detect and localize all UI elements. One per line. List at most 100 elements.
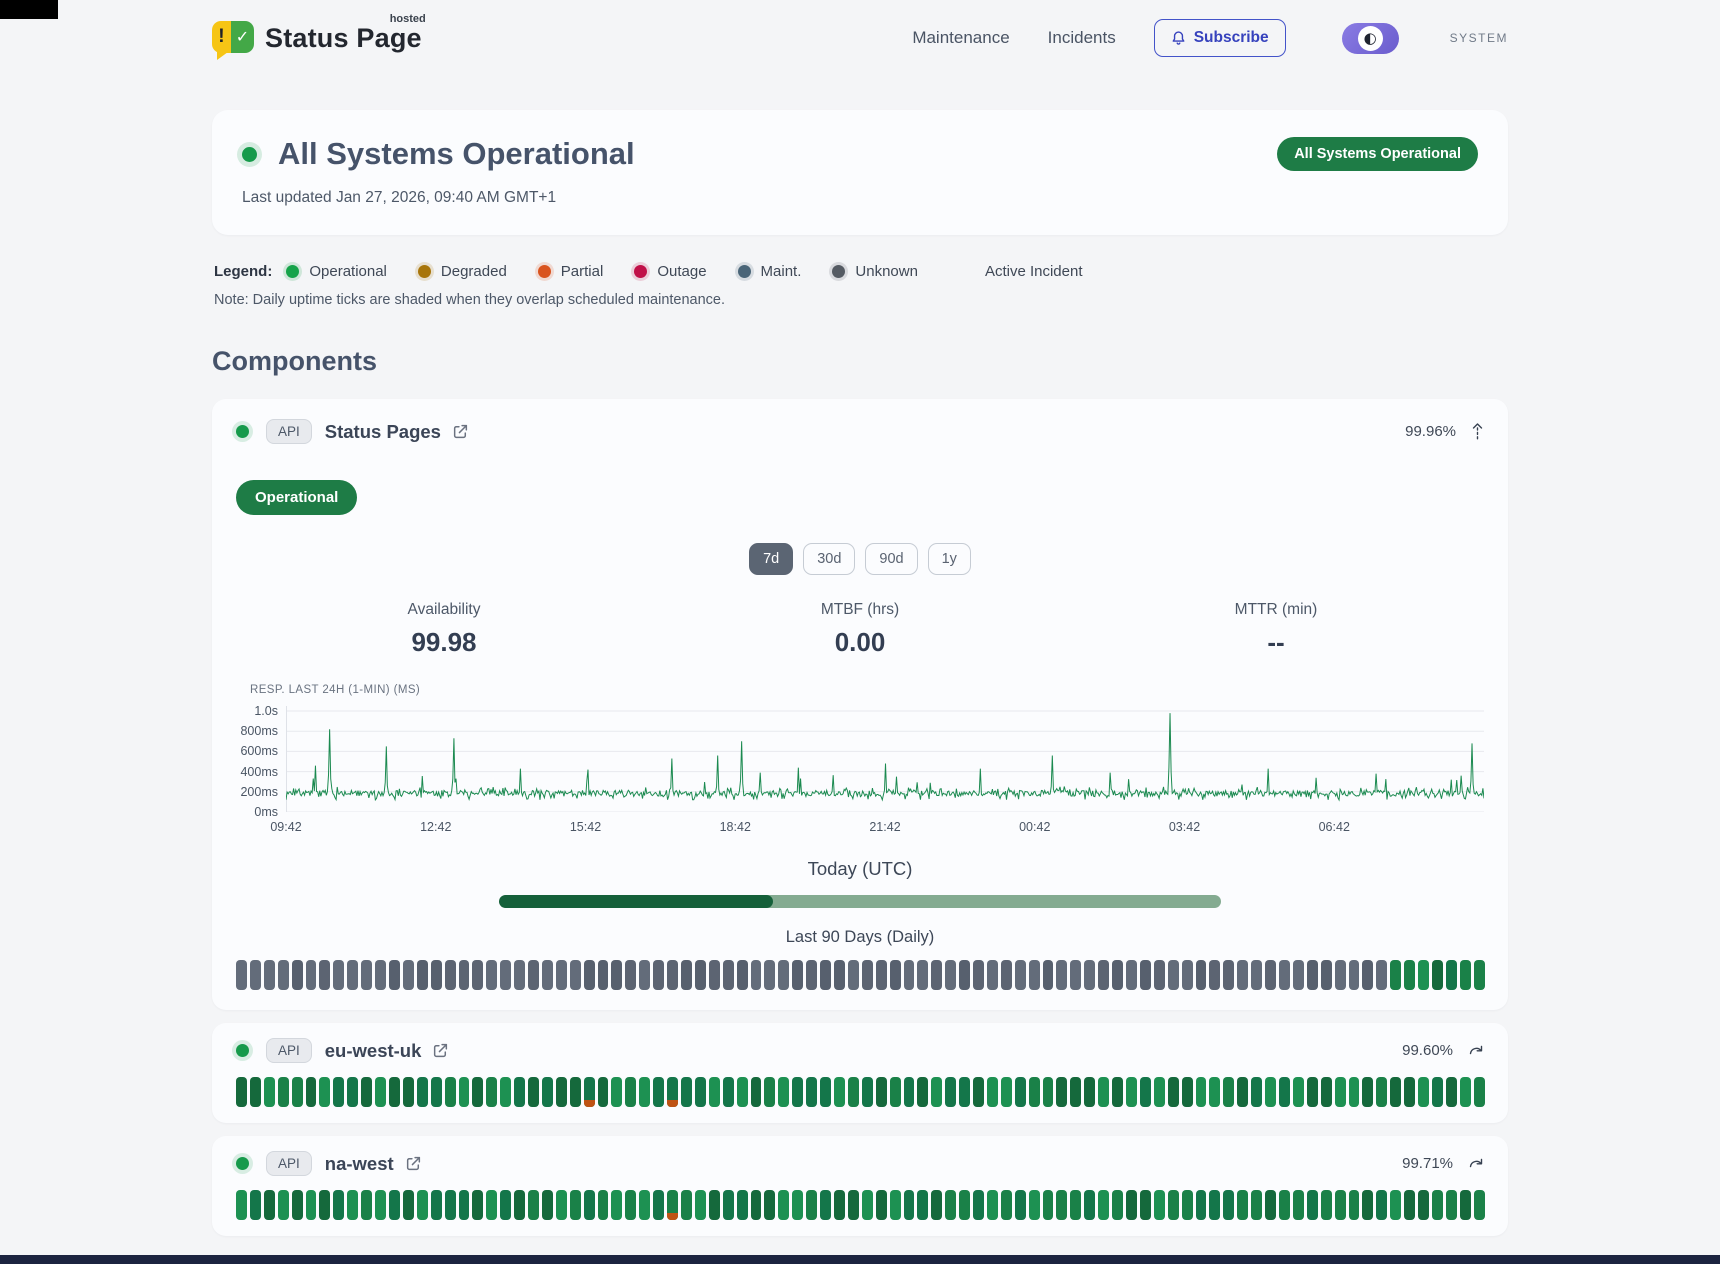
legend-label: Legend: — [214, 263, 272, 280]
uptime-tick — [306, 1190, 317, 1220]
uptime-tick — [584, 960, 595, 990]
uptime-tick — [514, 1077, 525, 1107]
uptime-tick — [264, 1190, 275, 1220]
uptime-tick — [250, 1190, 261, 1220]
uptime-tick — [1418, 1077, 1429, 1107]
component-uptime-percent: 99.71% — [1402, 1155, 1453, 1172]
uptime-tick — [1126, 1077, 1137, 1107]
today-utc-label: Today (UTC) — [236, 858, 1484, 880]
range-button-30d[interactable]: 30d — [803, 543, 855, 575]
uptime-tick — [1196, 1077, 1207, 1107]
uptime-tick — [445, 960, 456, 990]
uptime-tick — [890, 960, 901, 990]
uptime-tick — [695, 1190, 706, 1220]
uptime-tick — [486, 960, 497, 990]
uptime-tick — [1307, 1077, 1318, 1107]
uptime-tick — [417, 1077, 428, 1107]
uptime-tick — [375, 1077, 386, 1107]
uptime-tick — [876, 1077, 887, 1107]
uptime-tick — [459, 1190, 470, 1220]
uptime-tick — [653, 1077, 664, 1107]
component-card-na-west: API na-west 99.71% — [212, 1136, 1508, 1236]
uptime-tick — [1404, 1190, 1415, 1220]
component-header[interactable]: API eu-west-uk 99.60% — [236, 1038, 1484, 1063]
component-header[interactable]: API na-west 99.71% — [236, 1151, 1484, 1176]
component-name: eu-west-uk — [325, 1040, 422, 1062]
uptime-tick — [625, 1190, 636, 1220]
uptime-tick — [709, 1190, 720, 1220]
component-status-pill: Operational — [236, 480, 357, 515]
component-header[interactable]: API Status Pages 99.96% — [236, 419, 1484, 444]
uptime-tick — [751, 1190, 762, 1220]
logo-checkmark-icon: ✓ — [231, 21, 254, 53]
stat-mtbf: MTBF (hrs) 0.00 — [652, 601, 1068, 658]
theme-toggle[interactable]: ◐ — [1342, 23, 1399, 54]
uptime-tick — [904, 1190, 915, 1220]
uptime-tick — [598, 1190, 609, 1220]
y-axis-tick-label: 800ms — [240, 724, 278, 738]
range-button-90d[interactable]: 90d — [865, 543, 917, 575]
uptime-tick — [987, 1190, 998, 1220]
uptime-tick — [820, 960, 831, 990]
history-label: Last 90 Days (Daily) — [236, 928, 1484, 947]
collapse-arrow-icon[interactable] — [1471, 423, 1484, 440]
uptime-tick — [862, 1190, 873, 1220]
external-link-icon[interactable] — [432, 1042, 449, 1059]
external-link-icon[interactable] — [452, 423, 469, 440]
uptime-tick — [820, 1190, 831, 1220]
nav-incidents[interactable]: Incidents — [1048, 28, 1116, 48]
bell-icon — [1171, 30, 1186, 46]
chart-y-axis: 1.0s800ms600ms400ms200ms0ms — [236, 706, 286, 812]
uptime-tick — [723, 1077, 734, 1107]
uptime-tick — [542, 960, 553, 990]
uptime-tick — [1446, 960, 1457, 990]
uptime-tick — [778, 1077, 789, 1107]
uptime-ticks-na-west — [236, 1190, 1484, 1220]
component-status-dot — [236, 1157, 249, 1170]
uptime-tick — [931, 960, 942, 990]
range-button-1y[interactable]: 1y — [928, 543, 971, 575]
uptime-tick — [904, 1077, 915, 1107]
uptime-tick — [236, 1077, 247, 1107]
legend-note: Note: Daily uptime ticks are shaded when… — [212, 292, 1508, 308]
uptime-tick — [709, 960, 720, 990]
range-button-7d[interactable]: 7d — [749, 543, 793, 575]
logo[interactable]: ! ✓ Status Page hosted — [212, 21, 422, 55]
uptime-tick — [1460, 960, 1471, 990]
maintenance-dot-icon — [738, 265, 751, 278]
uptime-tick — [973, 1190, 984, 1220]
uptime-tick — [625, 960, 636, 990]
external-link-icon[interactable] — [405, 1155, 422, 1172]
uptime-tick — [417, 960, 428, 990]
uptime-tick — [681, 960, 692, 990]
uptime-tick — [1418, 960, 1429, 990]
x-axis-tick-label: 21:42 — [869, 820, 900, 834]
uptime-tick — [250, 960, 261, 990]
uptime-tick — [1460, 1190, 1471, 1220]
expand-arrow-icon[interactable] — [1468, 1157, 1484, 1170]
y-axis-tick-label: 0ms — [254, 805, 278, 819]
partial-outage-segment — [667, 1213, 678, 1220]
uptime-tick — [653, 960, 664, 990]
uptime-tick — [1001, 1190, 1012, 1220]
uptime-tick — [528, 960, 539, 990]
expand-arrow-icon[interactable] — [1468, 1044, 1484, 1057]
uptime-tick — [431, 1077, 442, 1107]
logo-superscript: hosted — [390, 13, 426, 25]
uptime-tick — [973, 960, 984, 990]
uptime-tick — [486, 1190, 497, 1220]
uptime-tick — [1349, 1077, 1360, 1107]
uptime-tick — [848, 960, 859, 990]
uptime-tick — [695, 1077, 706, 1107]
uptime-tick — [667, 1190, 678, 1220]
uptime-tick — [890, 1190, 901, 1220]
uptime-tick — [1056, 1190, 1067, 1220]
component-status-dot — [236, 425, 249, 438]
nav-maintenance[interactable]: Maintenance — [912, 28, 1009, 48]
stat-value: 0.00 — [652, 627, 1068, 658]
uptime-tick — [1209, 1077, 1220, 1107]
uptime-tick — [681, 1077, 692, 1107]
uptime-tick — [1293, 1077, 1304, 1107]
subscribe-button[interactable]: Subscribe — [1154, 19, 1286, 57]
uptime-tick — [1140, 1190, 1151, 1220]
